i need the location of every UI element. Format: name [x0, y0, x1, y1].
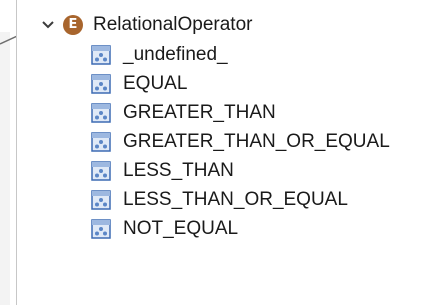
tree-item-literal[interactable]: GREATER_THAN: [91, 98, 444, 127]
tree-children: _undefined_ EQUAL GREATER_THAN GREATER_THAN…: [39, 40, 444, 243]
tree-item-literal[interactable]: LESS_THAN_OR_EQUAL: [91, 185, 444, 214]
enum-literal-icon: [91, 131, 111, 152]
chevron-down-icon[interactable]: [39, 16, 57, 34]
tree-item-literal[interactable]: LESS_THAN: [91, 156, 444, 185]
enum-literal-icon: [91, 218, 111, 239]
enum-icon: E: [63, 15, 83, 35]
tree-item-literal[interactable]: GREATER_THAN_OR_EQUAL: [91, 127, 444, 156]
tree-item-label: _undefined_: [123, 43, 228, 65]
tree-item-relational-operator[interactable]: E RelationalOperator: [39, 10, 444, 40]
tree-item-label: LESS_THAN_OR_EQUAL: [123, 188, 348, 210]
outline-panel: E RelationalOperator _undefined_ EQUAL GRE…: [16, 0, 444, 305]
outline-tree: E RelationalOperator _undefined_ EQUAL GRE…: [39, 10, 444, 243]
adjacent-panel-strip: [0, 32, 10, 305]
canvas: E RelationalOperator _undefined_ EQUAL GRE…: [0, 0, 444, 305]
tree-item-label: GREATER_THAN: [123, 101, 276, 123]
tree-item-label: RelationalOperator: [93, 14, 253, 35]
tree-item-label: LESS_THAN: [123, 159, 234, 181]
tree-item-literal[interactable]: NOT_EQUAL: [91, 214, 444, 243]
enum-literal-icon: [91, 189, 111, 210]
enum-literal-icon: [91, 73, 111, 94]
tree-item-label: GREATER_THAN_OR_EQUAL: [123, 130, 390, 152]
tree-item-literal[interactable]: EQUAL: [91, 69, 444, 98]
enum-literal-icon: [91, 160, 111, 181]
tree-item-literal[interactable]: _undefined_: [91, 40, 444, 69]
tree-item-label: EQUAL: [123, 72, 188, 94]
enum-literal-icon: [91, 102, 111, 123]
enum-literal-icon: [91, 44, 111, 65]
tree-item-label: NOT_EQUAL: [123, 217, 239, 239]
